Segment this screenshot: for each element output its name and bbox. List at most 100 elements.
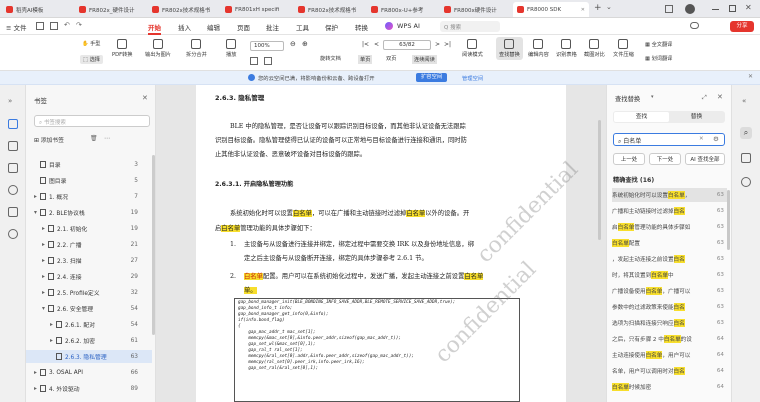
rotate-button[interactable]: 旋转文档 xyxy=(320,55,341,62)
menu-protect[interactable]: 保护 xyxy=(325,22,338,32)
double-page-button[interactable]: 双页 xyxy=(386,55,396,62)
menu-insert[interactable]: 插入 xyxy=(178,22,191,32)
bookmark-item[interactable]: ▸ 2.6.1. 配对 54 xyxy=(26,318,152,331)
search-result[interactable]: 之后，只有步骤 2 中白名单 的设 64 xyxy=(612,332,727,346)
print-icon[interactable] xyxy=(50,22,58,30)
search-result[interactable]: 名单，用户可以调用时对 白名 64 xyxy=(612,364,727,378)
search-result[interactable]: 启白名单 管理功能的具体步骤如 63 xyxy=(612,220,727,234)
tab[interactable]: 稻壳AI模板 xyxy=(2,2,74,17)
bookmark-item[interactable]: ▸ 2.3. 扫描 27 xyxy=(26,254,152,267)
continuous-read-button[interactable]: 连续阅读 xyxy=(412,55,437,64)
menu-start[interactable]: 开始 xyxy=(148,22,161,35)
minimize-icon[interactable] xyxy=(712,9,719,10)
search-result[interactable]: 参数中的过滤政策来使能 白名 63 xyxy=(612,300,727,314)
bookmark-item[interactable]: ▸ 2.1. 初始化 19 xyxy=(26,222,152,235)
bookmark-search-input[interactable]: ⌕ 书签搜索 xyxy=(34,115,150,127)
wps-ai-button[interactable]: WPS AI xyxy=(397,22,420,30)
bookmark-item[interactable]: ▸ 2.2. 广播 21 xyxy=(26,238,152,251)
tab[interactable]: FR800x-U+参考 xyxy=(367,2,439,17)
tab[interactable]: FR802x技术规格书 xyxy=(294,2,366,17)
bookmark-item[interactable]: 图目录 5 xyxy=(26,174,152,187)
bookmark-scrollbar[interactable] xyxy=(152,155,155,335)
share-button[interactable]: 分享 xyxy=(730,21,754,32)
bookmark-item[interactable]: ▸ 2.4. 连接 29 xyxy=(26,270,152,283)
bookmark-item[interactable]: ▾ 2.6. 安全管理 54 xyxy=(26,302,152,315)
properties-icon[interactable] xyxy=(741,153,751,163)
search-result[interactable]: 白名单 配置 63 xyxy=(612,236,727,250)
close-find-icon[interactable]: ✕ xyxy=(717,93,723,101)
search-result[interactable]: 选项为扫描和连接只响应 白名 63 xyxy=(612,316,727,330)
delete-bookmark-icon[interactable]: 🗑 xyxy=(90,135,98,142)
results-scrollbar[interactable] xyxy=(727,190,730,250)
file-menu[interactable]: ≡ 文件 xyxy=(6,22,27,32)
next-result-button[interactable]: 下一处 xyxy=(649,153,681,165)
full-translate-button[interactable]: ▦ 全文翻译 xyxy=(645,41,672,48)
bookmark-item[interactable]: ▸ 1. 概况 7 xyxy=(26,190,152,203)
menu-comment[interactable]: 批注 xyxy=(266,22,279,32)
next-page-icon[interactable]: > xyxy=(435,41,440,48)
search-result[interactable]: 广播设备使用 白名单 ，广播可以 63 xyxy=(612,284,727,298)
tab[interactable]: FR801xH specifi xyxy=(221,2,293,17)
zoom-out-icon[interactable]: ⊖ xyxy=(290,40,296,48)
layout-icon[interactable] xyxy=(665,5,673,13)
avatar[interactable] xyxy=(685,4,695,14)
search-result[interactable]: 系统初始化时可以设置 白名单， 63 xyxy=(612,188,727,202)
edit-content-button[interactable]: 编辑内容 xyxy=(528,39,549,58)
collapse-icon[interactable]: » xyxy=(8,97,12,105)
close-icon[interactable]: ✕ xyxy=(579,7,585,13)
expand-panel-icon[interactable]: « xyxy=(742,97,746,105)
read-mode-button[interactable]: 阅读模式 xyxy=(462,39,483,58)
menu-page[interactable]: 页面 xyxy=(237,22,250,32)
search-result[interactable]: 白名单 时候加密 64 xyxy=(612,380,727,394)
settings-icon[interactable] xyxy=(8,229,18,239)
find-settings-icon[interactable]: ⚙ xyxy=(713,135,719,143)
attachment-icon[interactable] xyxy=(8,185,18,195)
single-page-button[interactable]: 单页 xyxy=(358,55,373,64)
search-box[interactable]: Q 搜索 xyxy=(440,21,500,32)
bookmark-item[interactable]: ▸ 2.6.2. 加密 61 xyxy=(26,334,152,347)
prev-page-icon[interactable]: < xyxy=(374,41,379,48)
export-image-button[interactable]: 输出为图片 xyxy=(145,39,171,58)
zoom-in-icon[interactable]: ⊕ xyxy=(302,40,308,48)
clear-input-icon[interactable]: ✕ xyxy=(699,136,704,142)
document-scrollbar[interactable] xyxy=(598,120,601,240)
ocr-table-button[interactable]: 识别表格 xyxy=(556,39,577,58)
cloud-icon[interactable] xyxy=(690,22,699,29)
ai-find-all-button[interactable]: AI 查找全部 xyxy=(685,153,725,165)
word-translate-button[interactable]: ▦ 划词翻译 xyxy=(645,55,672,62)
search-result[interactable]: 主动连接使用 白名单 ，用户可以 64 xyxy=(612,348,727,362)
bookmark-item[interactable]: ▾ 2. BLE协议栈 19 xyxy=(26,206,152,219)
fit-page-icon[interactable] xyxy=(250,57,258,65)
find-replace-button[interactable]: 查找替换 xyxy=(496,37,523,60)
close-notice-icon[interactable]: ✕ xyxy=(748,73,753,80)
new-tab-button[interactable]: + xyxy=(594,3,602,13)
menu-tools[interactable]: 工具 xyxy=(296,22,309,32)
search-icon[interactable]: ⌕ xyxy=(740,127,752,139)
redo-icon[interactable]: ↷ xyxy=(76,21,82,29)
tab-replace[interactable]: 替换 xyxy=(669,112,724,122)
pdf-convert-button[interactable]: PDF转换 xyxy=(112,39,132,58)
hand-tool-button[interactable]: ✋ 手型 xyxy=(82,40,101,47)
bookmark-item[interactable]: ▸ 2.5. Profile定义 32 xyxy=(26,286,152,299)
play-button[interactable]: 播放 xyxy=(226,39,236,58)
find-input[interactable]: ⌕ 白名单 xyxy=(613,133,725,146)
undo-icon[interactable]: ↶ xyxy=(64,21,70,29)
bookmark-more-icon[interactable]: ⋯ xyxy=(104,135,110,142)
close-panel-icon[interactable]: ✕ xyxy=(142,94,148,102)
select-tool-button[interactable]: ⬚ 选择 xyxy=(80,55,103,64)
window-close-icon[interactable]: ✕ xyxy=(745,3,752,12)
zoom-select[interactable]: 100% xyxy=(250,41,284,51)
page-number-input[interactable]: 63/82 xyxy=(383,40,431,50)
menu-edit[interactable]: 编辑 xyxy=(207,22,220,32)
pin-icon[interactable]: ⤢ xyxy=(702,94,707,102)
last-page-icon[interactable]: >| xyxy=(444,41,451,48)
thumbnail-icon[interactable] xyxy=(8,141,18,151)
bookmark-item[interactable]: ▸ 3. OSAL API 66 xyxy=(26,366,152,379)
tab-active[interactable]: FR8000 SDK ✕ xyxy=(513,2,589,17)
split-merge-button[interactable]: 拆分合并 xyxy=(186,39,207,58)
save-icon[interactable] xyxy=(36,22,44,30)
translate-icon[interactable] xyxy=(741,177,751,187)
add-bookmark-button[interactable]: ⊞ 添加书签 xyxy=(34,135,64,144)
panel-dropdown-icon[interactable]: ▾ xyxy=(651,94,654,100)
layers-icon[interactable] xyxy=(8,207,18,217)
